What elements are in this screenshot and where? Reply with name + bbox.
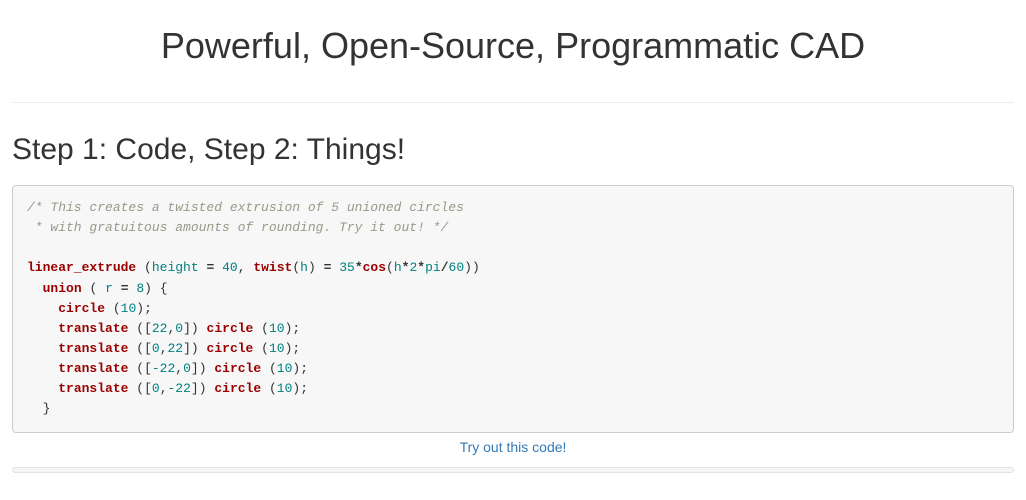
code-paren: ): [199, 361, 207, 376]
hero: Powerful, Open-Source, Programmatic CAD: [0, 0, 1026, 102]
code-num: 40: [222, 260, 238, 275]
code-comment: /* This creates a twisted extrusion of 5…: [27, 200, 464, 215]
code-num: 10: [269, 321, 285, 336]
code-paren: ): [136, 301, 144, 316]
main-section: Step 1: Code, Step 2: Things! /* This cr…: [0, 133, 1026, 463]
code-func: circle: [207, 341, 254, 356]
code-paren: (: [269, 361, 277, 376]
code-num: 0: [175, 321, 183, 336]
code-paren: (: [261, 321, 269, 336]
code-num: 0: [183, 361, 191, 376]
code-func: translate: [58, 361, 128, 376]
code-paren: (: [292, 260, 300, 275]
code-brace: }: [43, 401, 51, 416]
code-paren: ): [292, 361, 300, 376]
code-num: 0: [152, 381, 160, 396]
try-code-link[interactable]: Try out this code!: [460, 439, 567, 455]
code-func: translate: [58, 321, 128, 336]
code-num: 0: [152, 341, 160, 356]
code-paren: ): [191, 321, 199, 336]
divider: [12, 102, 1014, 103]
code-paren: ): [292, 381, 300, 396]
code-num: 10: [121, 301, 137, 316]
code-op: *: [355, 260, 363, 275]
code-paren: ): [144, 281, 152, 296]
code-num: 60: [449, 260, 465, 275]
code-paren: ): [199, 381, 207, 396]
code-paren: (: [144, 260, 152, 275]
code-paren: (: [136, 341, 144, 356]
code-func: linear_extrude: [27, 260, 136, 275]
code-paren: ): [464, 260, 472, 275]
code-paren: ): [285, 321, 293, 336]
code-paren: (: [89, 281, 97, 296]
code-num: 22: [152, 321, 168, 336]
code-num: 8: [136, 281, 144, 296]
code-func: translate: [58, 341, 128, 356]
code-paren: (: [136, 381, 144, 396]
code-func: circle: [214, 361, 261, 376]
try-link-wrap: Try out this code!: [12, 433, 1014, 463]
code-num: -22: [168, 381, 191, 396]
code-paren: ): [191, 341, 199, 356]
code-paren: (: [386, 260, 394, 275]
code-func: circle: [207, 321, 254, 336]
section-heading: Step 1: Code, Step 2: Things!: [12, 133, 1014, 167]
code-num: 10: [277, 381, 293, 396]
code-var: pi: [425, 260, 441, 275]
code-op: =: [324, 260, 332, 275]
code-paren: ): [472, 260, 480, 275]
hero-title: Powerful, Open-Source, Programmatic CAD: [0, 25, 1026, 67]
code-paren: (: [136, 321, 144, 336]
code-func: translate: [58, 381, 128, 396]
code-paren: ): [285, 341, 293, 356]
code-func: cos: [363, 260, 386, 275]
code-num: 10: [277, 361, 293, 376]
code-brace: {: [160, 281, 168, 296]
code-paren: (: [269, 381, 277, 396]
code-op: *: [417, 260, 425, 275]
code-func: twist: [253, 260, 292, 275]
bottom-panel: [12, 467, 1014, 473]
code-op: /: [441, 260, 449, 275]
code-op: =: [206, 260, 214, 275]
code-paren: (: [261, 341, 269, 356]
code-paren: (: [136, 361, 144, 376]
code-var: h: [394, 260, 402, 275]
code-num: 10: [269, 341, 285, 356]
code-comment: * with gratuitous amounts of rounding. T…: [27, 220, 448, 235]
code-num: 22: [168, 341, 184, 356]
code-func: union: [43, 281, 82, 296]
code-op: =: [121, 281, 129, 296]
code-func: circle: [58, 301, 105, 316]
code-var: r: [105, 281, 113, 296]
code-num: -22: [152, 361, 175, 376]
code-paren: (: [113, 301, 121, 316]
code-block: /* This creates a twisted extrusion of 5…: [12, 185, 1014, 433]
code-func: circle: [214, 381, 261, 396]
code-var: h: [300, 260, 308, 275]
code-paren: ): [308, 260, 316, 275]
code-var: height: [152, 260, 199, 275]
code-num: 35: [339, 260, 355, 275]
